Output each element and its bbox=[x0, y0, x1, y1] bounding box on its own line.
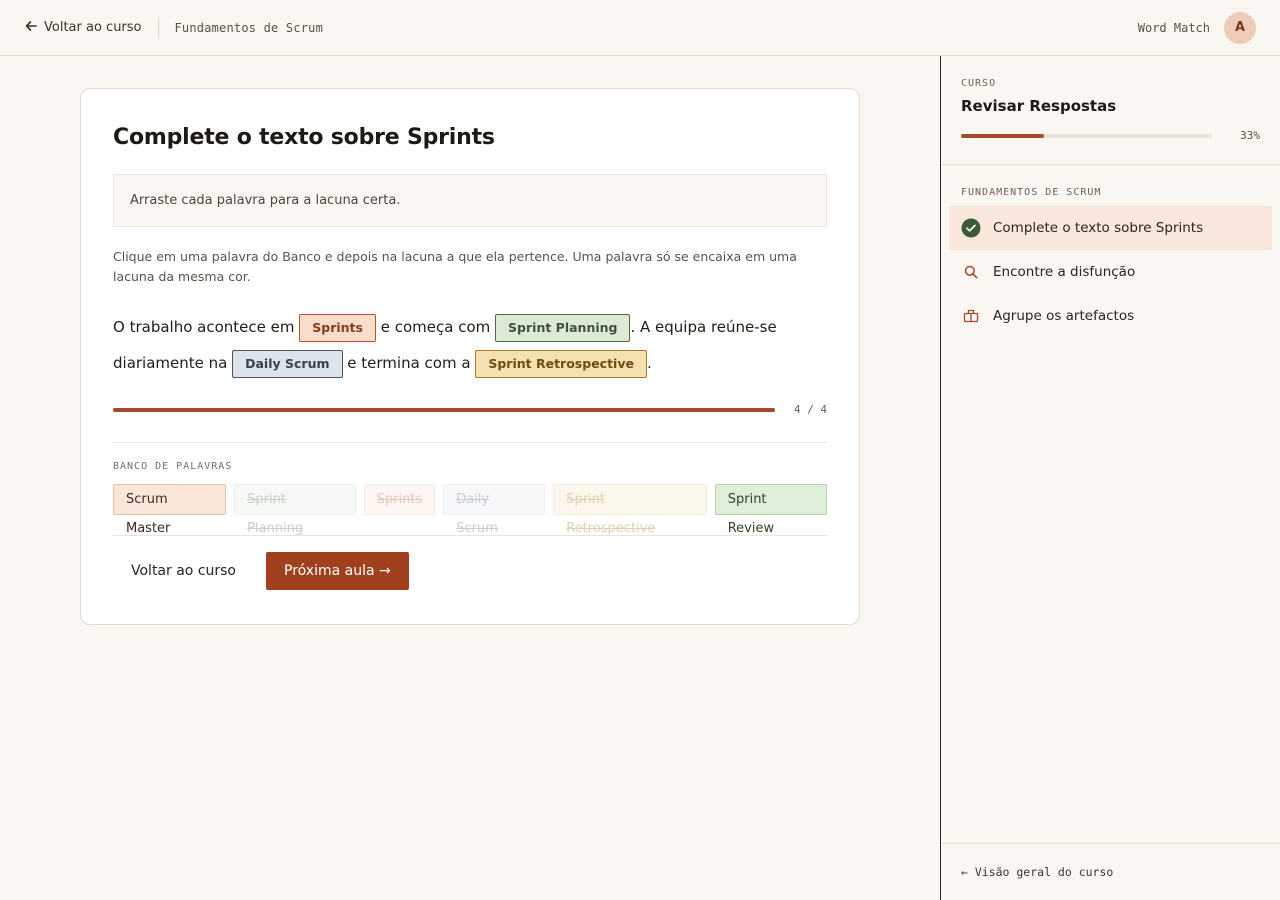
exercise-progress-count: 4 / 4 bbox=[793, 403, 827, 416]
course-progress-fill bbox=[961, 133, 1044, 138]
word-chip: Sprint Planning bbox=[234, 484, 356, 536]
course-progress: 33% bbox=[961, 129, 1260, 142]
sentence-text: . bbox=[646, 354, 652, 372]
course-progress-percent: 33% bbox=[1240, 129, 1260, 142]
exercise-card: Complete o texto sobre Sprints Arraste c… bbox=[80, 88, 860, 625]
lesson-item-artefactos[interactable]: Agrupe os artefactos bbox=[949, 294, 1272, 338]
lesson-item-sprints[interactable]: Complete o texto sobre Sprints bbox=[949, 206, 1272, 250]
sentence-text: e começa com bbox=[380, 318, 491, 336]
divider bbox=[113, 442, 827, 443]
back-to-course-link[interactable]: Voltar ao curso bbox=[24, 19, 142, 37]
course-breadcrumb: Fundamentos de Scrum bbox=[174, 20, 323, 35]
word-chip[interactable]: Scrum Master bbox=[113, 484, 227, 536]
exercise-progress: 4 / 4 bbox=[113, 403, 827, 416]
exercise-title: Complete o texto sobre Sprints bbox=[113, 125, 495, 150]
lesson-label: Complete o texto sobre Sprints bbox=[993, 220, 1204, 236]
word-chip: Sprints bbox=[363, 484, 436, 515]
lesson-label: Agrupe os artefactos bbox=[993, 308, 1135, 324]
sentence-text: e termina com a bbox=[347, 354, 471, 372]
check-circle-icon bbox=[961, 218, 981, 238]
instruction-box: Arraste cada palavra para a lacuna certa… bbox=[113, 174, 827, 227]
grouping-icon bbox=[961, 306, 981, 326]
header-divider bbox=[157, 17, 159, 38]
back-to-course-button[interactable]: Voltar ao curso bbox=[113, 553, 254, 589]
sidebar-title: Revisar Respostas bbox=[961, 97, 1117, 115]
word-chip: Sprint Retrospective bbox=[553, 484, 707, 536]
blank-2[interactable]: Sprint Planning bbox=[495, 313, 631, 342]
lesson-item-disfuncao[interactable]: Encontre a disfunção bbox=[949, 250, 1272, 294]
word-chip: Daily Scrum bbox=[443, 484, 546, 536]
word-bank-label: BANCO DE PALAVRAS bbox=[113, 461, 233, 472]
card-actions: Voltar ao curso Próxima aula → bbox=[113, 552, 827, 590]
help-text: Clique em uma palavra do Banco e depois … bbox=[113, 249, 797, 284]
blank-4[interactable]: Sprint Retrospective bbox=[475, 349, 647, 378]
search-icon bbox=[961, 262, 981, 282]
fill-in-sentence: O trabalho acontece em Sprints e começa … bbox=[113, 309, 827, 381]
exercise-progress-fill bbox=[113, 407, 775, 412]
sidebar-kicker: CURSO bbox=[961, 78, 997, 89]
mode-label: Word Match bbox=[1137, 20, 1210, 35]
avatar[interactable]: A bbox=[1224, 11, 1256, 44]
exercise-progress-track bbox=[113, 407, 775, 412]
back-link-label: Voltar ao curso bbox=[44, 20, 142, 35]
course-progress-track bbox=[961, 133, 1212, 138]
sidebar-header: CURSO Revisar Respostas 33% bbox=[941, 56, 1280, 165]
blank-3[interactable]: Daily Scrum bbox=[232, 349, 343, 378]
word-bank: Scrum Master Sprint Planning Sprints Daily … bbox=[113, 484, 827, 536]
course-sidebar: CURSO Revisar Respostas 33% FUNDAMENTOS … bbox=[940, 56, 1280, 900]
word-chip[interactable]: Sprint Review bbox=[714, 484, 827, 536]
arrow-left-icon bbox=[24, 19, 38, 37]
next-lesson-button[interactable]: Próxima aula → bbox=[266, 552, 409, 590]
course-overview-link[interactable]: ← Visão geral do curso bbox=[941, 843, 1280, 900]
lesson-label: Encontre a disfunção bbox=[993, 264, 1136, 280]
blank-1[interactable]: Sprints bbox=[299, 313, 376, 342]
top-bar: Voltar ao curso Fundamentos de Scrum Wor… bbox=[0, 0, 1280, 56]
sentence-text: O trabalho acontece em bbox=[113, 318, 295, 336]
module-label: FUNDAMENTOS DE SCRUM bbox=[961, 187, 1102, 198]
